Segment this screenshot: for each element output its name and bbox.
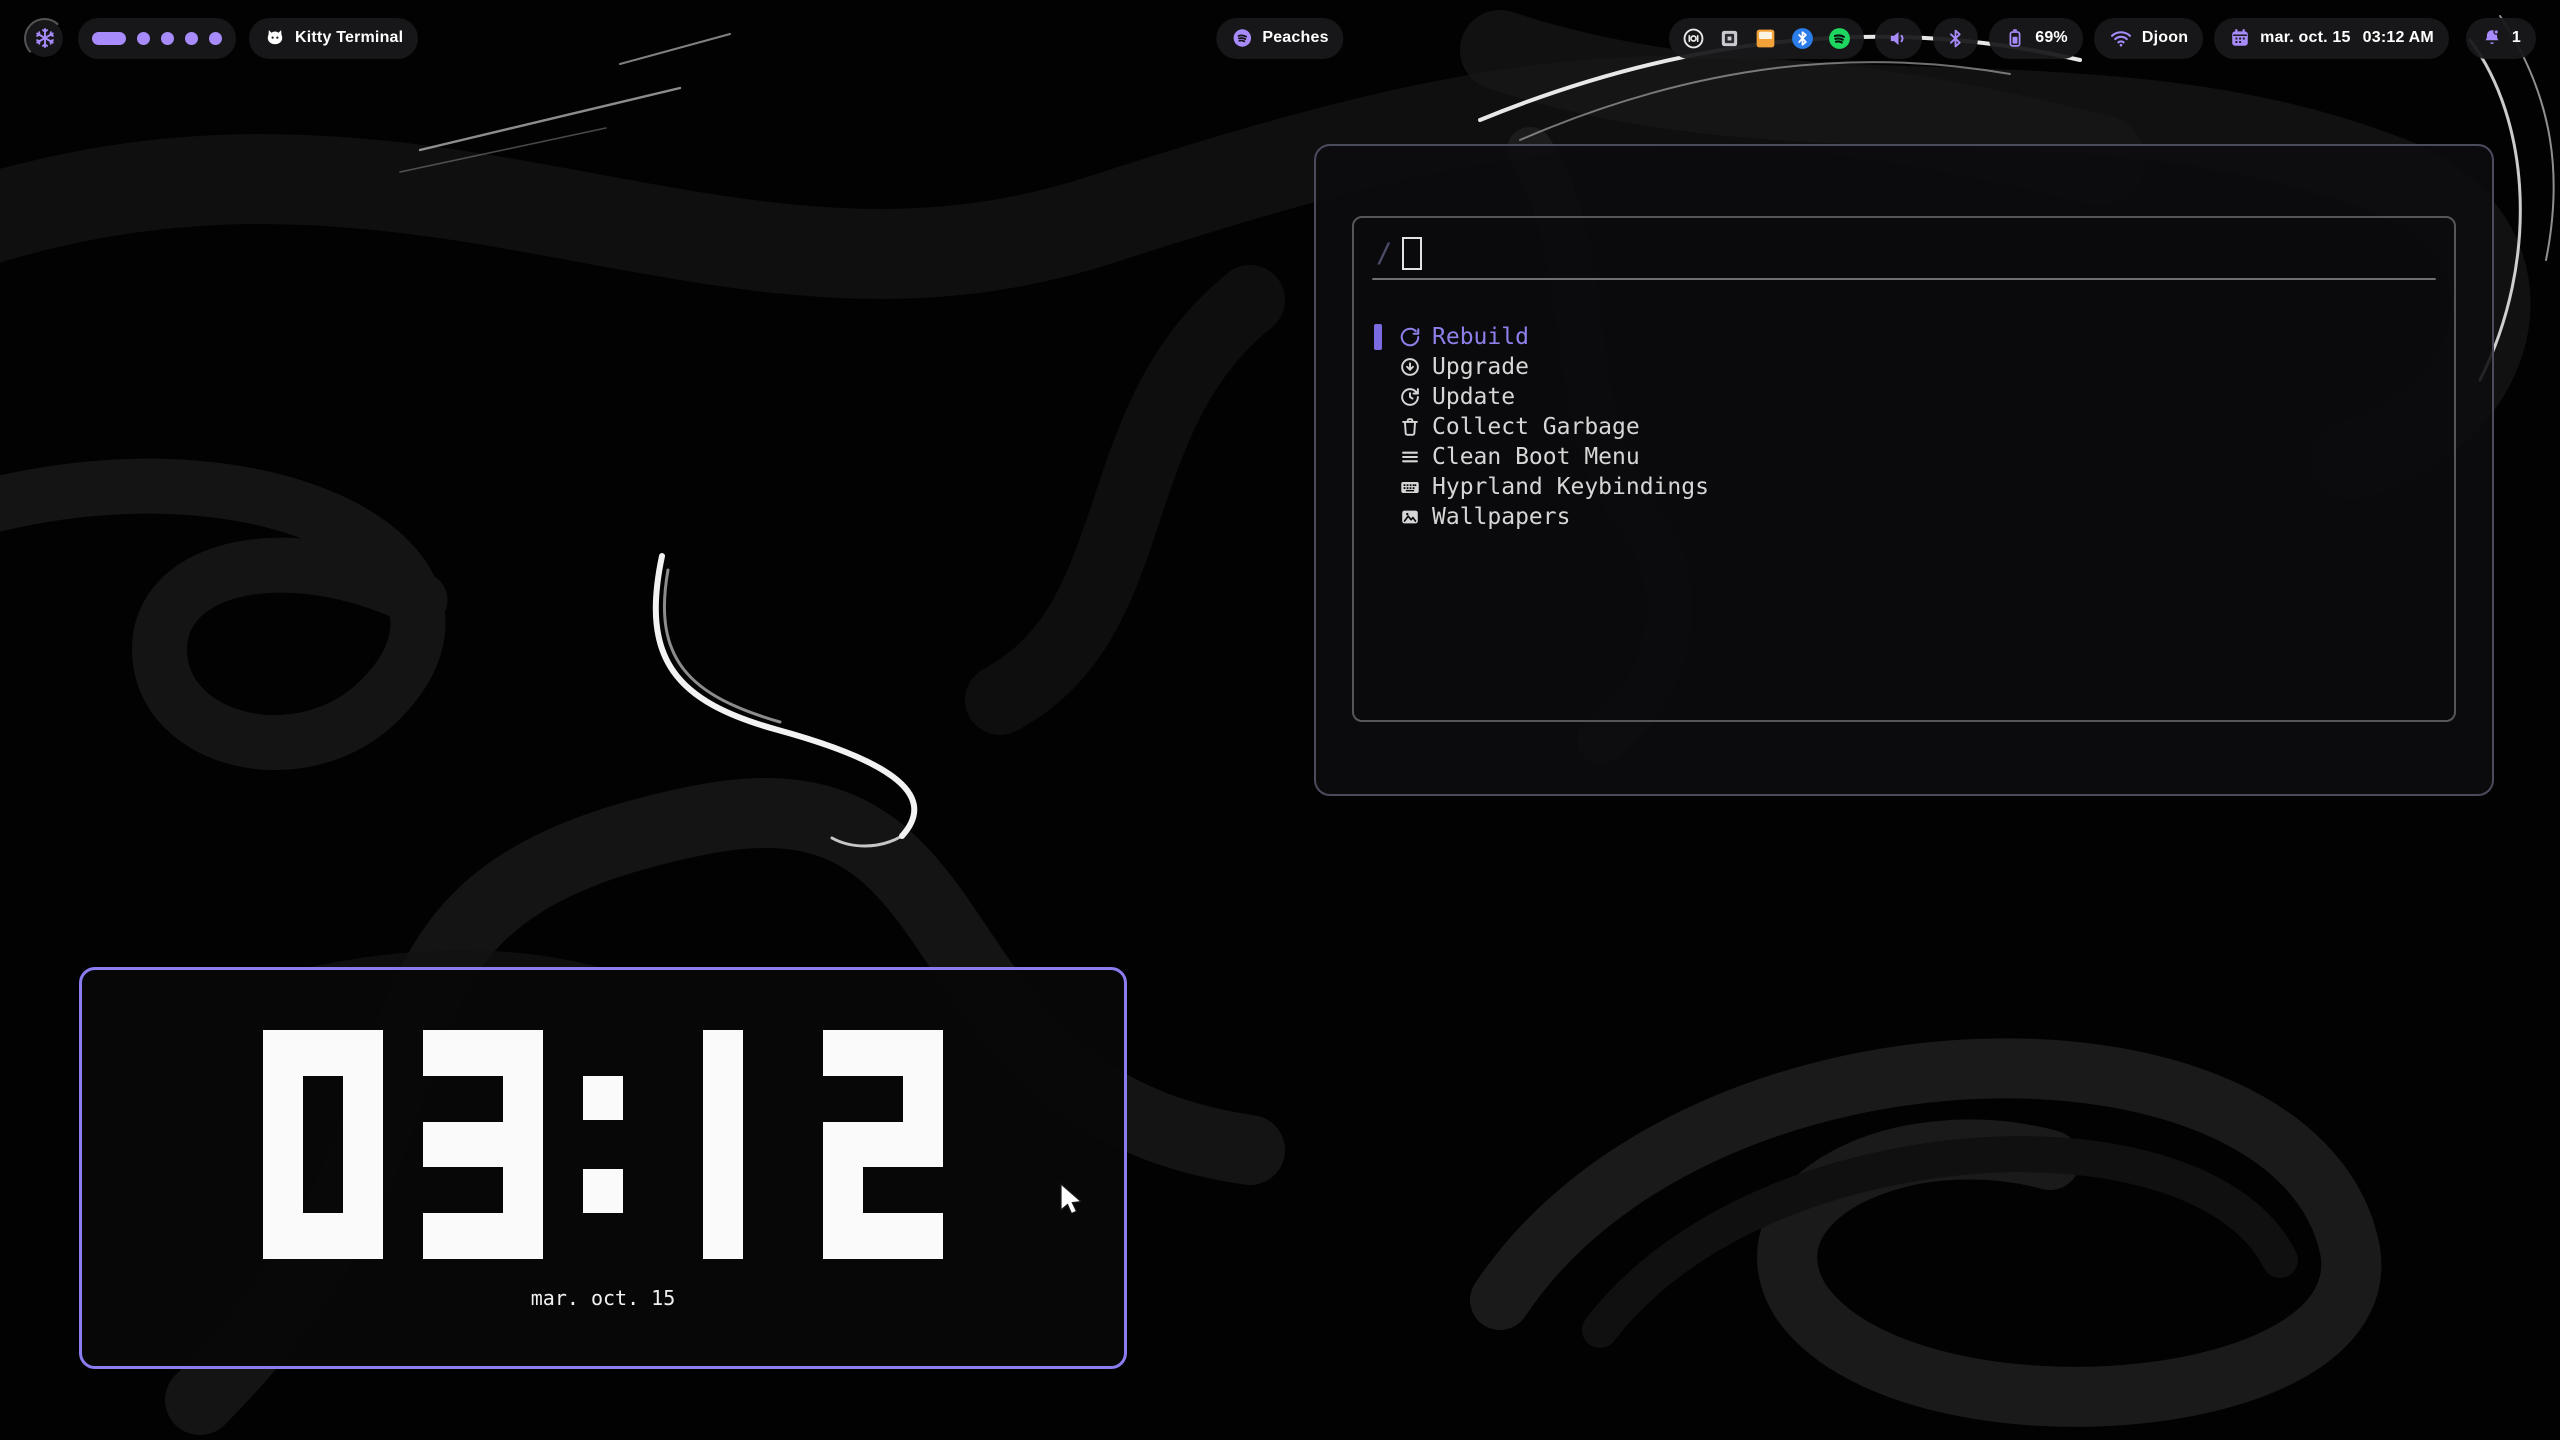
image-icon — [1398, 505, 1422, 529]
clock-date: mar. oct. 15 — [531, 1286, 676, 1310]
launcher-item-wallpapers[interactable]: Wallpapers — [1370, 502, 2438, 532]
workspaces[interactable] — [78, 18, 236, 59]
system-tray — [1669, 18, 1864, 59]
clock-time-display — [263, 1030, 943, 1259]
battery-pill[interactable]: 69% — [1989, 18, 2083, 59]
search-input[interactable]: / — [1370, 230, 2438, 276]
trash-icon — [1398, 415, 1422, 439]
top-bar-left: Kitty Terminal — [24, 18, 418, 59]
workspace-4[interactable] — [185, 32, 198, 45]
menu-item-label: Hyprland Keybindings — [1432, 472, 1709, 502]
media-track-title: Peaches — [1262, 29, 1328, 47]
clock-colon — [583, 1030, 623, 1259]
active-window-title: Kitty Terminal — [295, 29, 403, 47]
bell-icon — [2481, 27, 2503, 49]
rebuild-icon — [1398, 325, 1422, 349]
top-bar-center: Peaches — [1216, 18, 1343, 59]
upgrade-icon — [1398, 355, 1422, 379]
tray-bluetooth-icon[interactable] — [1790, 26, 1815, 51]
launcher-window: / Rebuild Upgrade Update Collect Garbage… — [1314, 144, 2494, 796]
launcher-item-collect-garbage[interactable]: Collect Garbage — [1370, 412, 2438, 442]
top-bar: Kitty Terminal Peaches 69% Djoon — [0, 17, 2560, 59]
menu-item-label: Update — [1432, 382, 1515, 412]
cat-icon — [264, 27, 286, 49]
menu-item-label: Wallpapers — [1432, 502, 1570, 532]
top-bar-right: 69% Djoon mar. oct. 15 03:12 AM 1 — [1669, 18, 2536, 59]
wifi-icon — [2109, 26, 2133, 50]
update-icon — [1398, 385, 1422, 409]
launcher-item-hyprland-keybindings[interactable]: Hyprland Keybindings — [1370, 472, 2438, 502]
clock-digit-0 — [263, 1030, 383, 1259]
search-prompt: / — [1376, 238, 1392, 269]
active-window-pill[interactable]: Kitty Terminal — [249, 18, 418, 59]
launcher-button[interactable] — [24, 18, 65, 59]
menu-item-label: Clean Boot Menu — [1432, 442, 1640, 472]
text-cursor — [1402, 237, 1422, 270]
spotify-icon — [1231, 27, 1253, 49]
workspace-1-active[interactable] — [92, 32, 126, 45]
datetime-pill[interactable]: mar. oct. 15 03:12 AM — [2214, 18, 2449, 59]
clock-digit-3 — [423, 1030, 543, 1259]
calendar-icon — [2229, 27, 2251, 49]
volume-pill[interactable] — [1875, 18, 1922, 59]
clock-digit-1 — [703, 1030, 743, 1259]
workspace-2[interactable] — [137, 32, 150, 45]
bar-time: 03:12 AM — [2363, 29, 2434, 47]
mouse-cursor — [1058, 1182, 1088, 1218]
launcher-item-clean-boot-menu[interactable]: Clean Boot Menu — [1370, 442, 2438, 472]
tray-spotify-icon[interactable] — [1827, 26, 1852, 51]
launcher-panel: / Rebuild Upgrade Update Collect Garbage… — [1352, 216, 2456, 722]
network-ssid: Djoon — [2142, 29, 2188, 47]
workspace-3[interactable] — [161, 32, 174, 45]
notification-count: 1 — [2512, 29, 2521, 47]
volume-icon — [1887, 27, 1910, 50]
tray-circle-icon[interactable] — [1681, 26, 1706, 51]
workspace-5[interactable] — [209, 32, 222, 45]
desktop: Kitty Terminal Peaches 69% Djoon — [0, 0, 2560, 1440]
clock-widget: mar. oct. 15 — [79, 967, 1127, 1369]
menu-item-label: Collect Garbage — [1432, 412, 1640, 442]
launcher-item-rebuild[interactable]: Rebuild — [1370, 322, 2438, 352]
battery-percent: 69% — [2035, 29, 2068, 47]
notifications-pill[interactable]: 1 — [2466, 18, 2536, 59]
selection-indicator-bar — [1374, 324, 1382, 350]
bluetooth-icon — [1945, 28, 1966, 49]
menu-item-label: Upgrade — [1432, 352, 1529, 382]
snowflake-icon — [33, 26, 57, 50]
launcher-item-upgrade[interactable]: Upgrade — [1370, 352, 2438, 382]
bluetooth-pill[interactable] — [1933, 18, 1978, 59]
menu-item-label: Rebuild — [1432, 322, 1529, 352]
separator — [1372, 278, 2436, 280]
launcher-item-update[interactable]: Update — [1370, 382, 2438, 412]
tray-square-icon[interactable] — [1718, 27, 1741, 50]
tray-orange-icon[interactable] — [1753, 26, 1778, 51]
list-icon — [1398, 445, 1422, 469]
launcher-menu: Rebuild Upgrade Update Collect Garbage C… — [1370, 322, 2438, 532]
battery-icon — [2004, 27, 2026, 49]
network-pill[interactable]: Djoon — [2094, 18, 2203, 59]
clock-digit-2 — [823, 1030, 943, 1259]
keyboard-icon — [1398, 475, 1422, 499]
media-pill[interactable]: Peaches — [1216, 18, 1343, 59]
bar-date: mar. oct. 15 — [2260, 29, 2350, 47]
